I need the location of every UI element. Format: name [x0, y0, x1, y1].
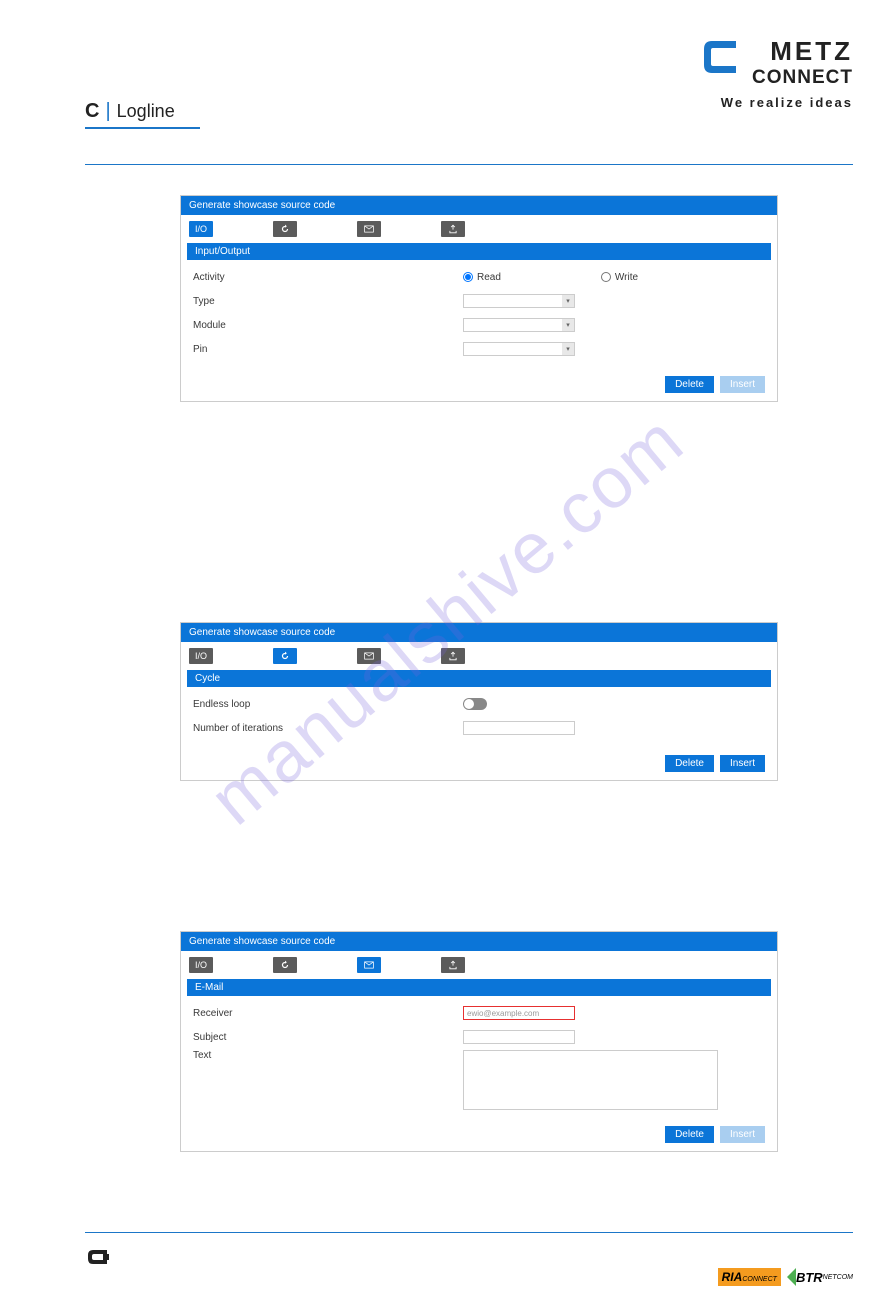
tab-bar: I/O [181, 642, 777, 670]
ria-logo: RIACONNECT [718, 1268, 781, 1286]
logline-separator: | [105, 100, 110, 123]
logo-c-icon [698, 35, 742, 90]
panel-email: Generate showcase source code I/O E-Mail… [180, 931, 778, 1152]
insert-button[interactable]: Insert [720, 376, 765, 393]
select-module[interactable]: ▾ [463, 318, 575, 332]
label-text: Text [193, 1050, 463, 1061]
section-header: E-Mail [187, 979, 771, 996]
panel-title: Generate showcase source code [181, 623, 777, 642]
label-subject: Subject [193, 1032, 463, 1043]
logline-badge: C | Logline [85, 100, 200, 129]
section-header: Input/Output [187, 243, 771, 260]
label-receiver: Receiver [193, 1008, 463, 1019]
label-pin: Pin [193, 344, 463, 355]
label-endless: Endless loop [193, 699, 463, 710]
tab-bar: I/O [181, 215, 777, 243]
tab-io[interactable]: I/O [189, 221, 213, 237]
input-iterations[interactable] [463, 721, 575, 735]
panel-io: Generate showcase source code I/O Input/… [180, 195, 778, 402]
tab-export[interactable] [441, 648, 465, 664]
tab-email[interactable] [357, 648, 381, 664]
header-divider [85, 164, 853, 165]
insert-button[interactable]: Insert [720, 755, 765, 772]
page-header: METZ CONNECT We realize ideas C | Loglin… [0, 0, 893, 165]
delete-button[interactable]: Delete [665, 376, 714, 393]
logo-line2: CONNECT [752, 67, 853, 89]
tab-io[interactable]: I/O [189, 648, 213, 664]
label-iterations: Number of iterations [193, 723, 463, 734]
footer-c-icon [85, 1248, 111, 1271]
radio-write[interactable]: Write [601, 272, 638, 283]
footer-logos: RIACONNECT BTRNETCOM [718, 1268, 853, 1286]
panel-title: Generate showcase source code [181, 196, 777, 215]
input-subject[interactable] [463, 1030, 575, 1044]
label-activity: Activity [193, 272, 463, 283]
input-receiver[interactable]: ewio@example.com [463, 1006, 575, 1020]
label-module: Module [193, 320, 463, 331]
page-footer: RIACONNECT BTRNETCOM [85, 1232, 853, 1312]
toggle-endless[interactable] [463, 698, 487, 710]
tab-io[interactable]: I/O [189, 957, 213, 973]
logline-text: Logline [117, 101, 175, 122]
btr-logo: BTRNETCOM [787, 1268, 853, 1286]
logline-c: C [85, 100, 99, 123]
section-header: Cycle [187, 670, 771, 687]
tab-cycle[interactable] [273, 221, 297, 237]
radio-read[interactable]: Read [463, 272, 501, 283]
panel-title: Generate showcase source code [181, 932, 777, 951]
tab-cycle[interactable] [273, 648, 297, 664]
logo-line1: METZ [752, 36, 853, 67]
select-type[interactable]: ▾ [463, 294, 575, 308]
tab-export[interactable] [441, 221, 465, 237]
panel-cycle: Generate showcase source code I/O Cycle … [180, 622, 778, 781]
tab-export[interactable] [441, 957, 465, 973]
delete-button[interactable]: Delete [665, 755, 714, 772]
label-type: Type [193, 296, 463, 307]
tab-bar: I/O [181, 951, 777, 979]
select-pin[interactable]: ▾ [463, 342, 575, 356]
tab-email[interactable] [357, 221, 381, 237]
brand-logo: METZ CONNECT We realize ideas [698, 35, 853, 110]
tab-cycle[interactable] [273, 957, 297, 973]
textarea-text[interactable] [463, 1050, 718, 1110]
insert-button[interactable]: Insert [720, 1126, 765, 1143]
tab-email[interactable] [357, 957, 381, 973]
delete-button[interactable]: Delete [665, 1126, 714, 1143]
tagline: We realize ideas [698, 95, 853, 110]
